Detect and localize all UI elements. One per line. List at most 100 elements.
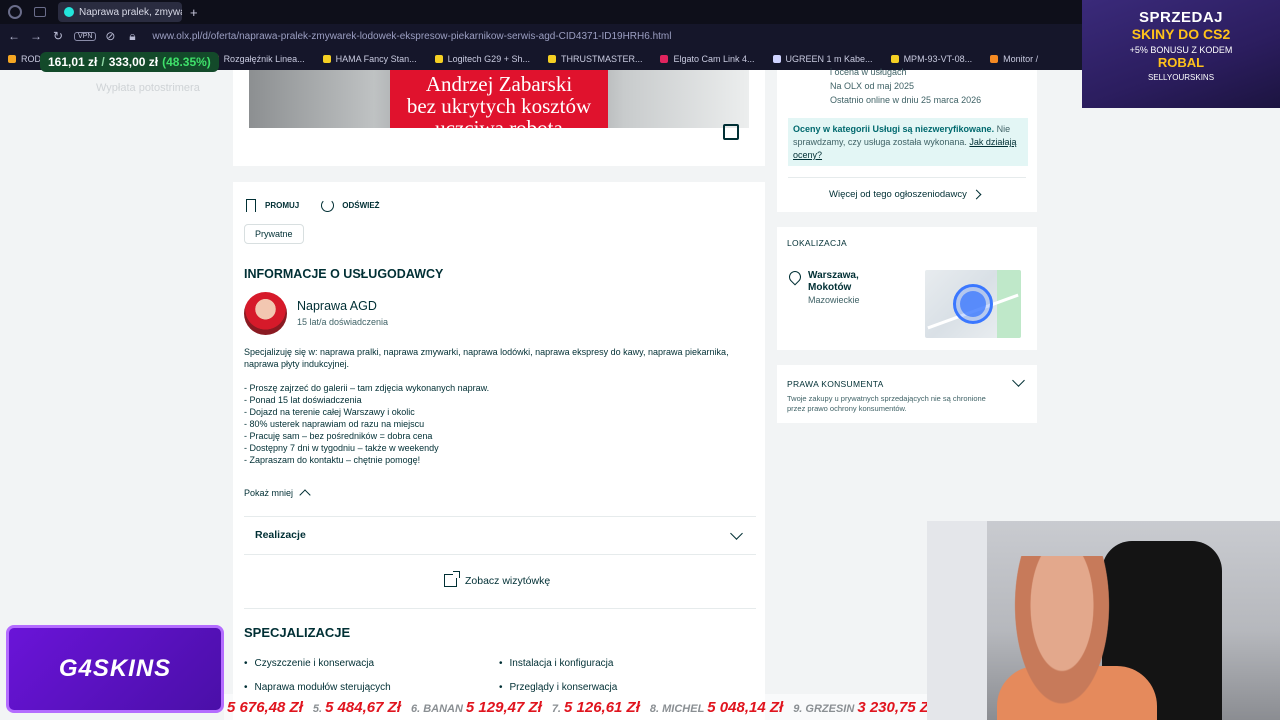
bookmark-favicon-icon [660,55,669,63]
bookmark-label: MPM-93-VT-08... [903,54,973,64]
ratings-notice-bold: Oceny w kategorii Usługi są niezweryfiko… [793,124,995,134]
url-field[interactable]: www.olx.pl/d/oferta/naprawa-pralek-zmywa… [152,31,671,42]
consumer-rights-text: Twoje zakupy u prywatnych sprzedających … [787,394,986,413]
bookmark-item[interactable]: Logitech G29 + Sh... [434,54,530,64]
reload-icon[interactable]: ↻ [50,29,66,43]
location-title: LOKALIZACJA [787,238,847,248]
ticker-rank: 8. MICHEL [649,702,705,715]
bookmark-item[interactable]: Elgato Cam Link 4... [660,54,755,64]
promo-line-1: SPRZEDAJ [1138,9,1224,26]
back-icon[interactable]: ← [6,29,22,43]
provider-avatar[interactable] [244,292,287,335]
fullscreen-expand-icon[interactable] [723,124,739,140]
seller-last-online: Ostatnio online w dniu 25 marca 2026 [830,95,982,105]
banner-line-1: Andrzej Zabarski [425,72,573,96]
bookmark-label: THRUSTMASTER... [560,54,643,64]
provider-description: Specjalizuję się w: naprawa pralki, napr… [244,347,729,369]
lock-icon[interactable]: 🔒︎ [124,29,140,44]
sponsor-logo: G4SKINS [6,625,224,713]
bookmark-favicon-icon [890,55,899,63]
promo-line-3: +5% BONUSU Z KODEM [1129,45,1233,55]
bookmark-item[interactable]: MPM-93-VT-08... [890,54,973,64]
webcam-person [1007,556,1117,720]
specializations-title: SPECJALIZACJE [244,625,351,640]
banner-line-3: uczciwa robota [435,116,563,128]
browser-logo-icon[interactable] [8,5,22,19]
realizations-accordion[interactable]: Realizacje [255,529,306,541]
visit-card-link[interactable]: Zobacz wizytówkę [444,571,550,587]
promo-line-5: SELLYOURSKINS [1147,73,1215,82]
more-from-seller-link[interactable]: Więcej od tego ogłoszeniodawcy [829,189,967,200]
bookmark-label: Logitech G29 + Sh... [447,54,530,64]
bookmark-item[interactable]: Monitor / [990,54,1038,64]
refresh-icon [321,199,335,212]
bookmark-favicon-icon [990,55,999,63]
divider [244,516,756,517]
ticker-value: 5 676,48 Zł [227,698,303,716]
ad-actions: PROMUJ ODŚWIEŻ [246,199,380,212]
provider-bullet: - Proszę zajrzeć do galerii – tam zdjęci… [244,383,490,393]
olx-favicon-icon [64,7,74,17]
ticker-value: 3 230,75 Zł [857,698,927,716]
provider-bullet: - Dojazd na terenie całej Warszawy i oko… [244,407,415,417]
bookmark-favicon-icon [434,55,443,63]
external-link-icon [444,571,460,587]
ticker-value: 5 048,14 Zł [707,698,784,716]
bookmark-label: Monitor / [1003,54,1039,64]
specialization-item: Naprawa modułów sterujących [244,682,391,693]
location-city: Warszawa, Mokotów [808,270,859,293]
bookmark-item[interactable]: HAMA Fancy Stan... [322,54,417,64]
earnings-now: 161,01 zł [48,55,98,69]
show-less-button[interactable]: Pokaż mniej [244,487,311,501]
leaderboard-ticker: 5 676,48 Zł 5. 5 484,67 Zł 6. BANAN 5 129,47… [224,694,927,720]
specialization-item: Instalacja i konfiguracja [499,658,614,669]
provider-bullets: - Proszę zajrzeć do galerii – tam zdjęci… [244,382,489,466]
divider [244,554,756,555]
location-region: Mazowieckie [808,295,860,305]
bookmark-favicon-icon [8,55,16,63]
provider-bullet: - Ponad 15 lat doświadczenia [244,395,362,405]
chevron-up-icon [299,489,311,501]
ratings-notice: Oceny w kategorii Usługi są niezweryfiko… [788,118,1028,166]
ticker-value: 5 484,67 Zł [325,698,401,716]
bookmark-label: Rozgałęźnik Linea... [223,54,305,64]
show-less-label: Pokaż mniej [244,488,294,498]
ticker-entry: 7. 5 126,61 Zł [552,699,640,716]
ticker-entry: 8. MICHEL 5 048,14 Zł [650,699,783,716]
earnings-percent: (48.35%) [162,55,211,69]
promo-line-2: SKINY DO CS2 [1131,26,1231,42]
ticker-value: 5 129,47 Zł [465,698,542,716]
new-tab-button[interactable]: + [190,5,198,20]
provider-name[interactable]: Naprawa AGD [297,299,377,313]
map-area-marker [953,284,993,324]
earnings-caption: Wypłata potostrimera [96,82,200,94]
provider-bullet: - Zapraszam do kontaktu – chętnie pomogę… [244,455,421,465]
bookmark-icon [246,199,256,212]
vpn-badge[interactable]: VPN [74,31,97,41]
provider-bullet: - Pracuję sam – bez pośredników = dobra … [244,431,433,441]
forward-icon[interactable]: → [28,29,44,43]
location-map[interactable] [925,270,1021,338]
sidebar-toggle-icon[interactable] [34,7,46,17]
refresh-button[interactable]: ODŚWIEŻ [342,201,379,210]
ticker-rank: 7. [551,702,561,715]
provider-bullet: - 80% usterek naprawiam od razu na miejs… [244,419,425,429]
earnings-widget: 161,01 zł / 333,00 zł (48.35%) [40,52,219,72]
active-tab[interactable]: Naprawa pralek, zmywarek ✕ [58,2,182,22]
ticker-rank: 5. [312,702,323,715]
provider-experience: 15 lat/a doświadczenia [297,317,389,327]
bookmark-item[interactable]: Rozgałęźnik Linea... [210,54,305,64]
bookmark-item[interactable]: THRUSTMASTER... [547,54,643,64]
webcam-feed [927,521,1280,720]
promote-button[interactable]: PROMUJ [265,201,299,210]
bookmark-favicon-icon [772,55,781,63]
tracking-icon[interactable]: ⊘ [102,29,118,43]
map-park [997,270,1021,338]
ticker-entry: 9. GRZESIN 3 230,75 Zł [793,699,927,716]
gallery-banner-image[interactable]: Andrzej Zabarski bez ukrytych kosztów uc… [249,70,749,128]
bookmark-item[interactable]: UGREEN 1 m Kabe... [772,54,873,64]
ticker-entry: 5. 5 484,67 Zł [313,699,401,716]
promo-line-4: ROBAL [1157,55,1205,70]
provider-bullet: - Dostępny 7 dni w tygodniu – także w we… [244,443,439,453]
ticker-rank: 6. BANAN [410,702,463,715]
